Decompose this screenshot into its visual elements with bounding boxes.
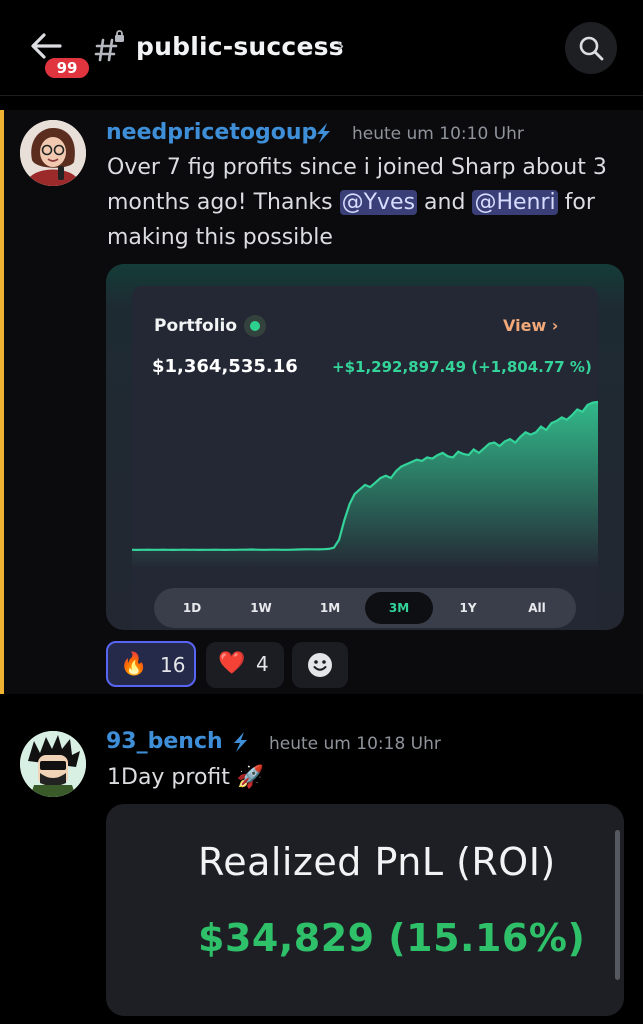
search-button[interactable] [565, 22, 617, 74]
timestamp: heute um 10:10 Uhr [352, 124, 524, 144]
mention[interactable]: @Henri [472, 190, 558, 215]
range-button-1w: 1W [250, 601, 272, 615]
heart-icon: ❤️ [218, 651, 246, 676]
timestamp: heute um 10:18 Uhr [269, 734, 441, 754]
locked-hashtag-icon [94, 30, 124, 62]
add-reaction-button[interactable] [292, 642, 348, 688]
chevron-right-icon: › [551, 316, 559, 335]
portfolio-panel: Portfolio View › $1,364,535.16 +$1,292,8… [132, 286, 598, 630]
portfolio-title: Portfolio [154, 316, 238, 336]
channel-name[interactable]: public-success [136, 32, 344, 61]
portfolio-chart [132, 400, 598, 566]
range-button-all: All [528, 601, 546, 615]
message-text: 1Day profit 🚀 [107, 765, 265, 790]
unread-badge: 99 [42, 55, 92, 81]
portfolio-gain: +$1,292,897.49 (+1,804.77 %) [332, 358, 592, 376]
channel-header: 99 public-success › [0, 0, 643, 96]
reaction-heart[interactable]: ❤️ 4 [206, 642, 284, 688]
username[interactable]: 93_bench [106, 729, 223, 754]
message-text: Over 7 fig profits since i joined Sharp … [107, 155, 607, 250]
range-button-1d: 1D [182, 601, 202, 615]
reaction-count: 16 [160, 653, 186, 677]
nitro-boost-icon [234, 732, 247, 752]
pnl-title: Realized PnL (ROI) [198, 840, 556, 884]
search-icon [579, 36, 604, 61]
mention[interactable]: @Yves [339, 190, 418, 215]
portfolio-image-embed[interactable]: Portfolio View › $1,364,535.16 +$1,292,8… [106, 264, 624, 630]
time-range-selector: 1D 1W 1M 3M 1Y All [154, 588, 576, 628]
reaction-count: 4 [256, 652, 269, 676]
status-dot-icon [244, 315, 266, 337]
fire-icon: 🔥 [120, 652, 148, 677]
nitro-boost-icon [317, 123, 330, 143]
smiley-add-reaction-icon [308, 653, 332, 677]
portfolio-value: $1,364,535.16 [152, 356, 298, 377]
reaction-fire[interactable]: 🔥 16 [106, 641, 196, 687]
avatar[interactable] [20, 731, 86, 797]
scrollbar[interactable] [615, 830, 620, 980]
chevron-right-icon[interactable]: › [336, 34, 345, 59]
range-button-1m: 1M [319, 601, 341, 615]
view-link: View › [503, 316, 559, 335]
username[interactable]: needpricetogoup [106, 120, 317, 145]
range-button-3m: 3M [365, 592, 433, 624]
pnl-value: $34,829 (15.16%) [198, 916, 586, 960]
range-button-1y: 1Y [459, 601, 477, 615]
avatar[interactable] [20, 120, 86, 186]
pnl-image-embed[interactable]: Realized PnL (ROI) $34,829 (15.16%) [106, 804, 624, 1016]
